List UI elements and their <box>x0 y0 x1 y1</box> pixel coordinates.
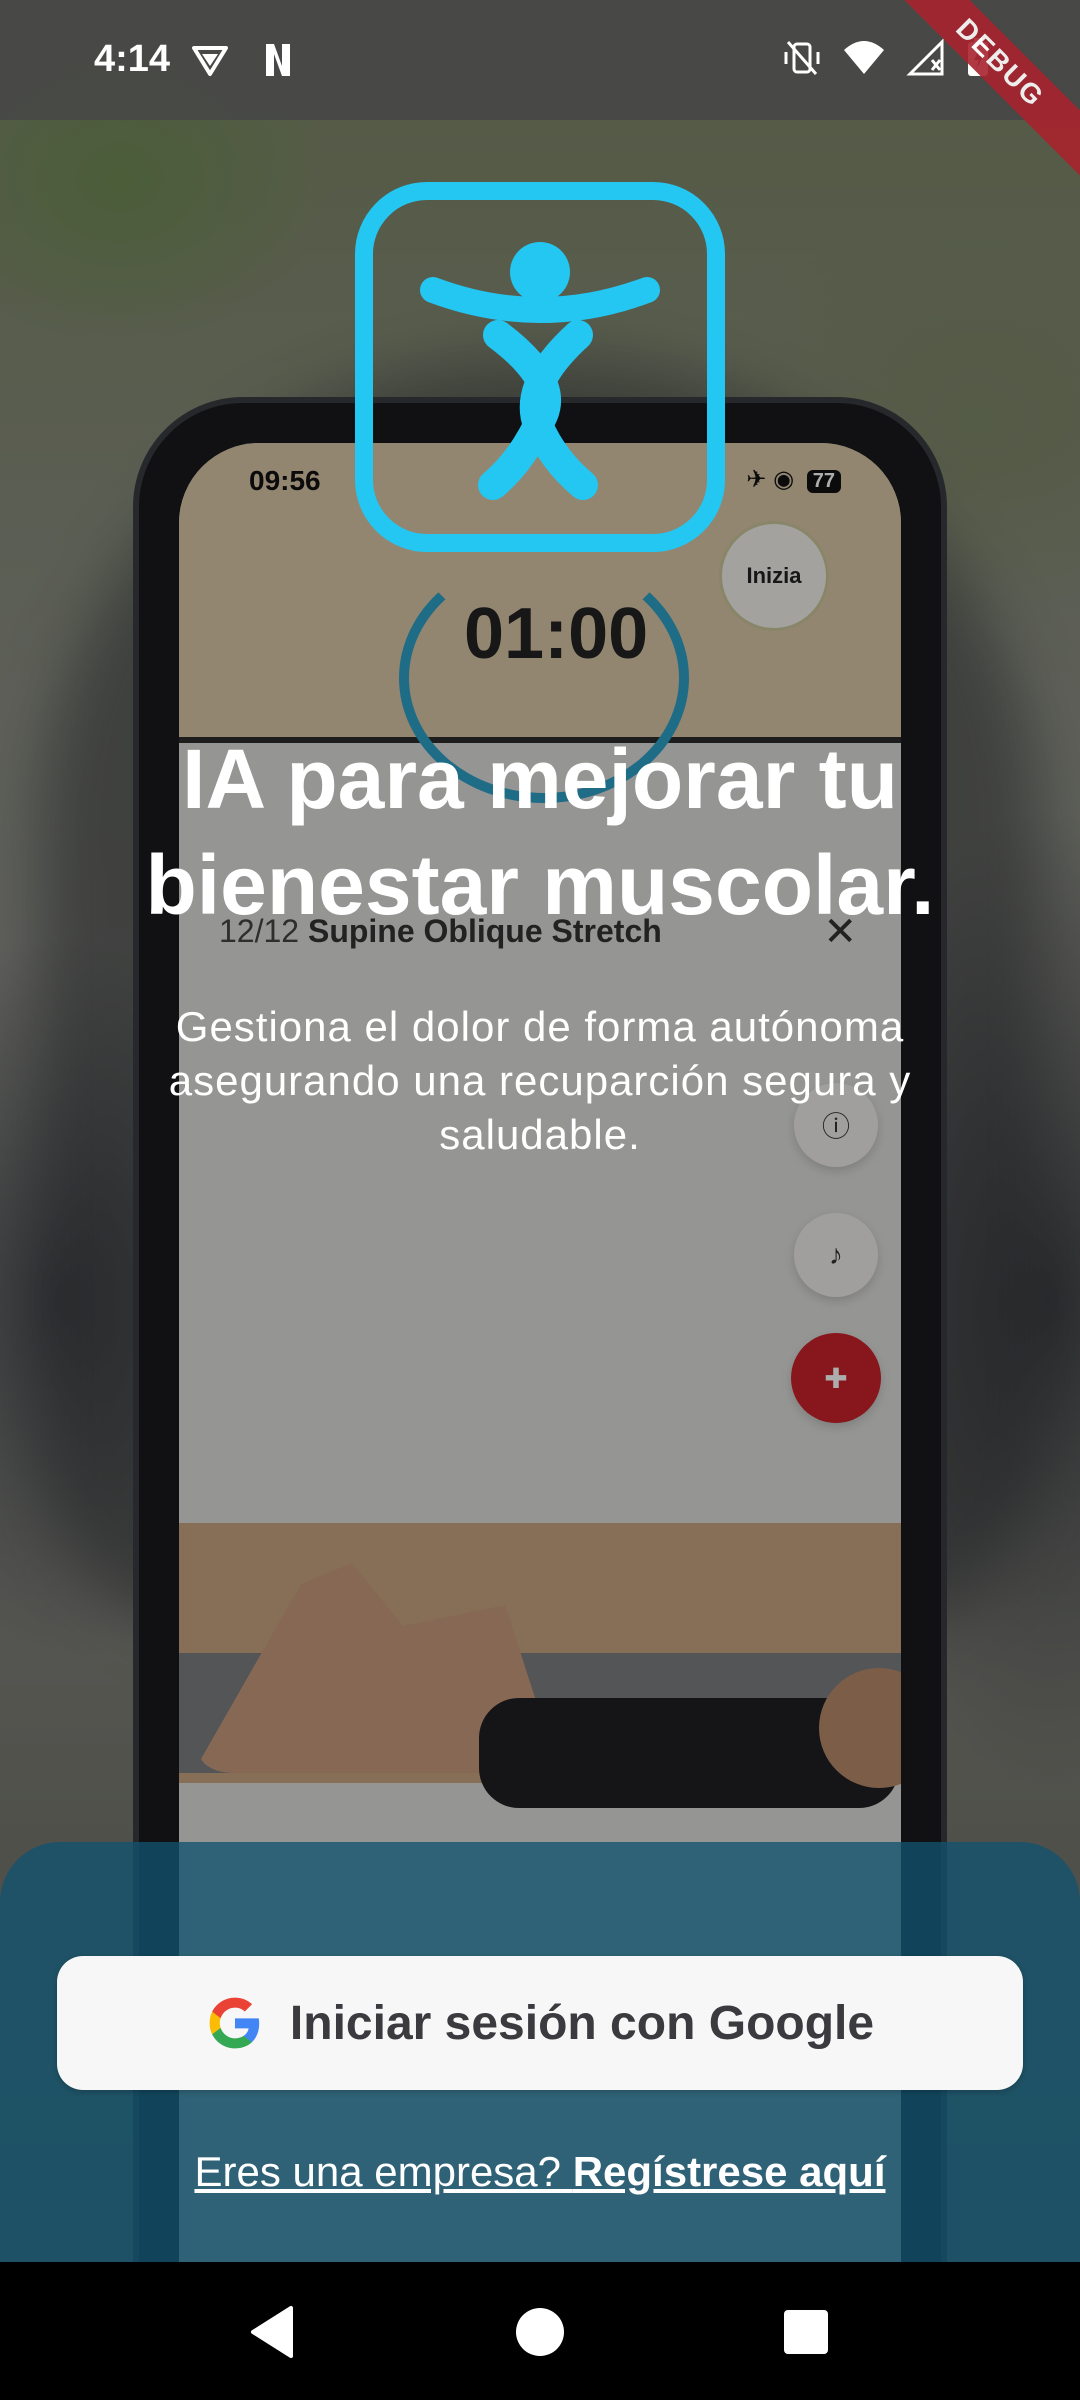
hero-headline: IA para mejorar tu bienestar muscolar. <box>145 732 935 932</box>
hero-subtext: Gestiona el dolor de forma autónoma aseg… <box>168 1003 912 1158</box>
register-prefix: Eres una empresa? <box>194 2148 562 2195</box>
google-sign-in-label: Iniciar sesión con Google <box>289 1996 875 2050</box>
app-logo <box>355 182 725 552</box>
google-icon <box>209 1997 260 2049</box>
vibrate-off-icon <box>784 41 820 75</box>
signal-icon <box>906 38 944 76</box>
home-icon[interactable] <box>510 2302 570 2362</box>
register-link[interactable]: Eres una empresa? Regístrese aquí <box>0 2148 1080 2196</box>
status-bar: 4:14 DEBUG <box>0 0 1080 179</box>
navigation-bar <box>0 2262 1080 2400</box>
vpn-shield-icon <box>192 46 228 76</box>
netflix-icon <box>266 44 290 76</box>
back-icon[interactable] <box>243 2302 303 2362</box>
status-time: 4:14 <box>94 38 171 80</box>
register-link-label[interactable]: Regístrese aquí <box>573 2148 886 2195</box>
wifi-icon <box>844 41 884 74</box>
app-logo-figure-icon <box>420 242 660 500</box>
recents-icon[interactable] <box>776 2302 836 2362</box>
google-sign-in-button[interactable]: Iniciar sesión con Google <box>57 1956 1023 2090</box>
